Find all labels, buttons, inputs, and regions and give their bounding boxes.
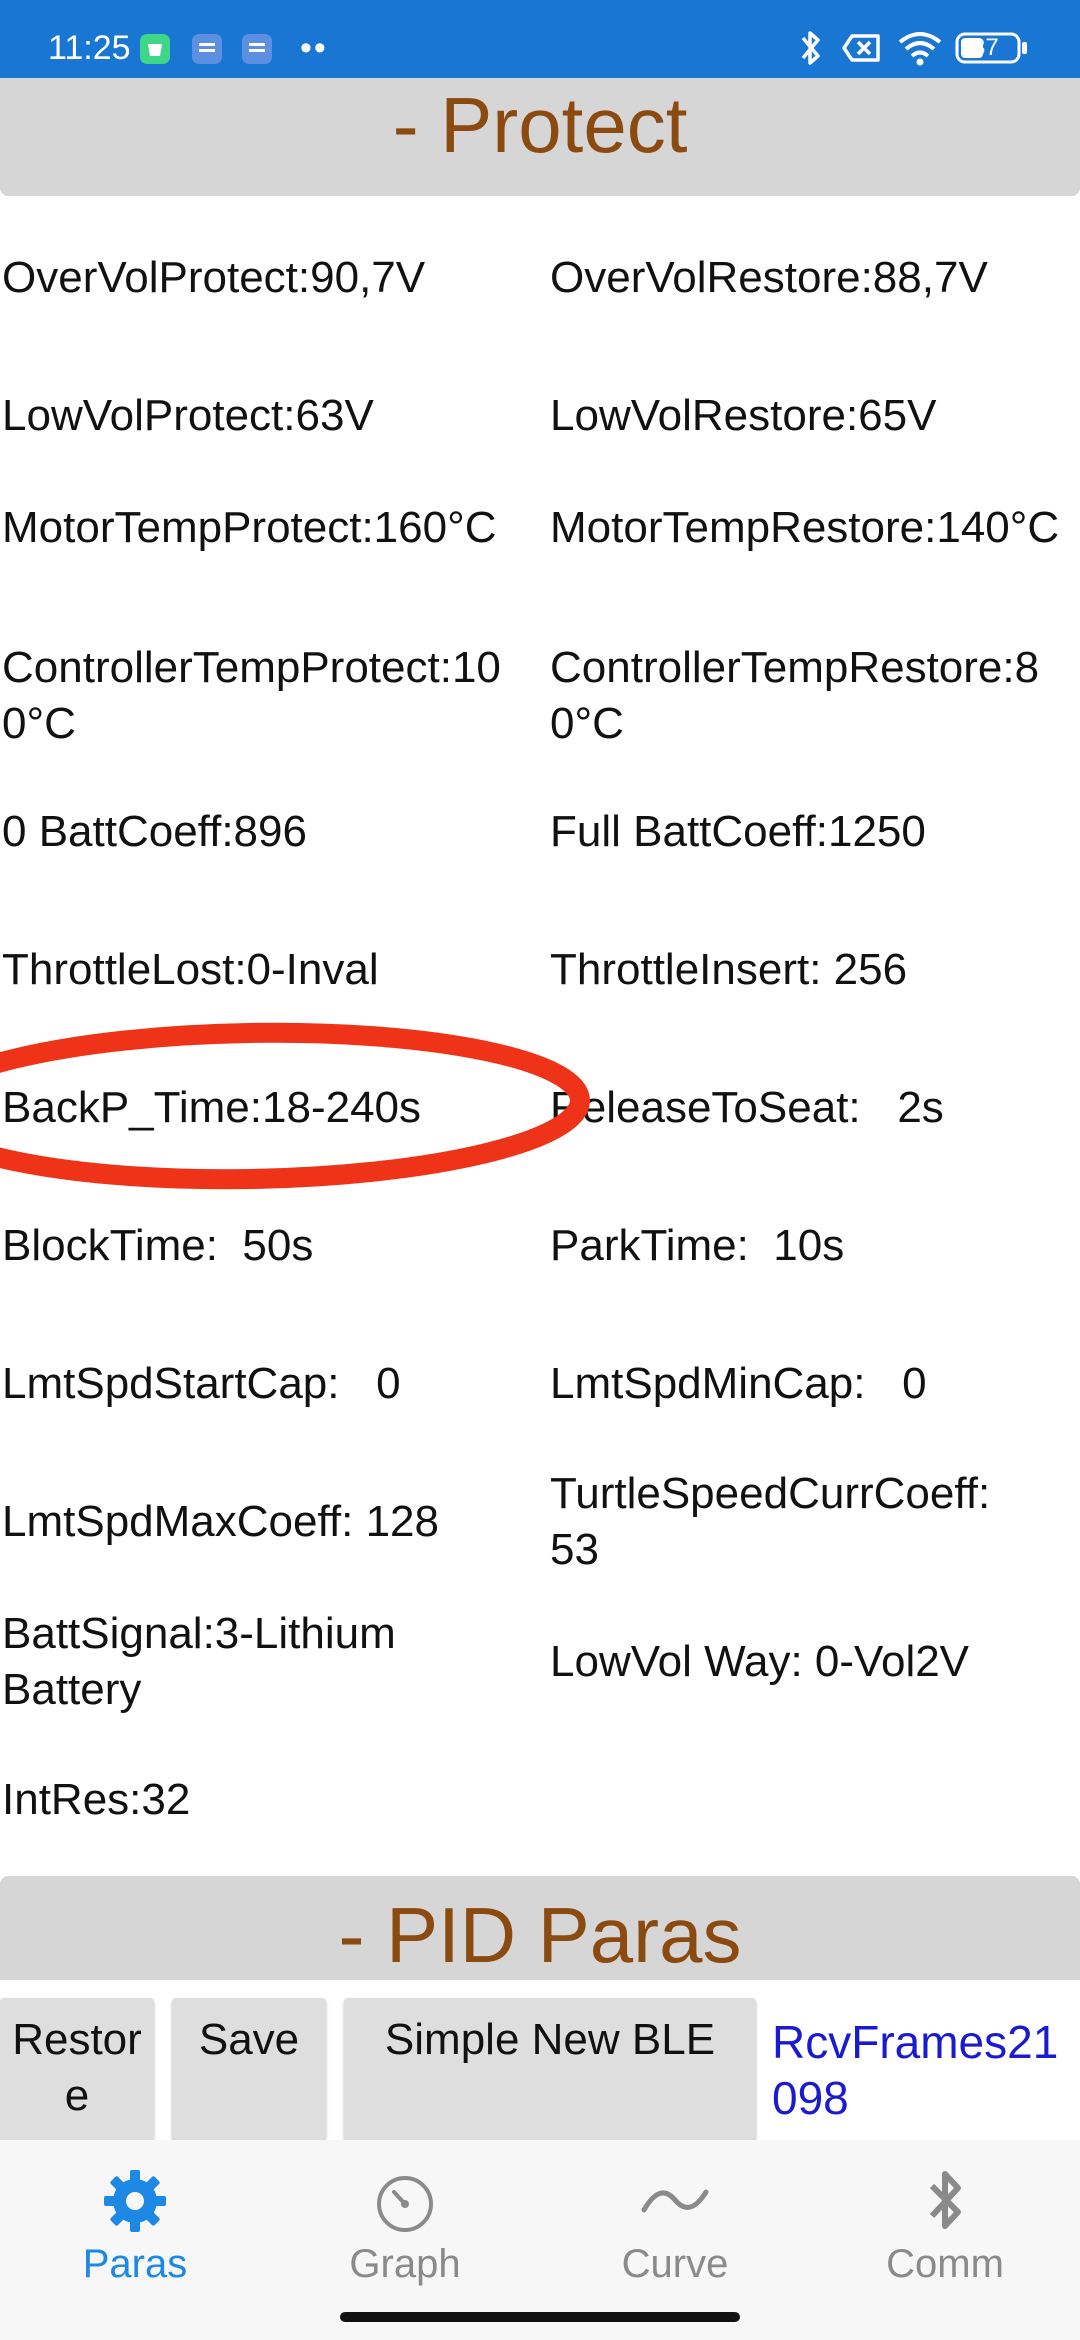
battery-icon: 37 bbox=[954, 28, 1030, 68]
status-time: 11:25 bbox=[48, 29, 131, 67]
sim-off-icon bbox=[840, 28, 884, 68]
protect-section-header[interactable]: - Protect bbox=[0, 78, 1080, 196]
param-low-vol-protect[interactable]: LowVolProtect:63V bbox=[2, 388, 527, 444]
wifi-icon bbox=[896, 28, 944, 68]
bluetooth-icon bbox=[796, 28, 826, 68]
home-indicator bbox=[340, 2312, 740, 2322]
param-lmt-spd-start-cap[interactable]: LmtSpdStartCap: 0 bbox=[2, 1356, 527, 1412]
nav-curve[interactable]: Curve bbox=[540, 2162, 810, 2292]
nav-graph[interactable]: Graph bbox=[270, 2162, 540, 2292]
param-over-vol-protect[interactable]: OverVolProtect:90,7V bbox=[2, 250, 527, 306]
status-bar: 11:25 •• 37 bbox=[0, 0, 1080, 78]
param-park-time[interactable]: ParkTime: 10s bbox=[550, 1218, 1080, 1274]
param-lmt-spd-min-cap[interactable]: LmtSpdMinCap: 0 bbox=[550, 1356, 1080, 1412]
message-icon bbox=[192, 34, 222, 64]
bluetooth-icon bbox=[910, 2166, 980, 2236]
restore-button[interactable]: Restore bbox=[0, 1998, 154, 2140]
param-controller-temp-protect[interactable]: ControllerTempProtect:100°C bbox=[2, 640, 527, 752]
simple-new-ble-button[interactable]: Simple New BLE bbox=[344, 1998, 756, 2140]
param-zero-batt-coeff[interactable]: 0 BattCoeff:896 bbox=[2, 804, 527, 860]
param-block-time[interactable]: BlockTime: 50s bbox=[2, 1218, 527, 1274]
param-int-res[interactable]: IntRes:32 bbox=[2, 1772, 527, 1828]
more-notifications-dots: •• bbox=[300, 29, 328, 67]
param-throttle-insert[interactable]: ThrottleInsert: 256 bbox=[550, 942, 1080, 998]
nav-paras[interactable]: Paras bbox=[0, 2162, 270, 2292]
param-lmt-spd-max-coeff[interactable]: LmtSpdMaxCoeff: 128 bbox=[2, 1494, 527, 1550]
nav-paras-label: Paras bbox=[82, 2242, 188, 2286]
nav-comm-label: Comm bbox=[886, 2242, 1004, 2286]
protect-section-title: - Protect bbox=[392, 81, 688, 169]
param-controller-temp-restore[interactable]: ControllerTempRestore:80°C bbox=[550, 640, 1080, 752]
rcv-frames-counter: RcvFrames21098 bbox=[772, 2016, 1059, 2124]
nav-comm[interactable]: Comm bbox=[810, 2162, 1080, 2292]
param-full-batt-coeff[interactable]: Full BattCoeff:1250 bbox=[550, 804, 1080, 860]
curve-icon bbox=[640, 2166, 710, 2236]
param-low-vol-restore[interactable]: LowVolRestore:65V bbox=[550, 388, 1080, 444]
app-notification-icon bbox=[140, 34, 170, 64]
param-turtle-speed-curr-coeff[interactable]: TurtleSpeedCurrCoeff: 53 bbox=[550, 1466, 1050, 1578]
bottom-nav: Paras Graph Curve Comm bbox=[0, 2140, 1080, 2340]
param-throttle-lost[interactable]: ThrottleLost:0-Inval bbox=[2, 942, 527, 998]
param-batt-signal[interactable]: BattSignal:3-Lithium Battery bbox=[2, 1606, 527, 1718]
battery-level: 37 bbox=[972, 34, 999, 61]
param-back-p-time[interactable]: BackP_Time:18-240s bbox=[2, 1080, 527, 1136]
save-button[interactable]: Save bbox=[172, 1998, 326, 2140]
param-over-vol-restore[interactable]: OverVolRestore:88,7V bbox=[550, 250, 1080, 306]
pid-section-title: - PID Paras bbox=[338, 1891, 742, 1979]
action-row: Restore Save Simple New BLE RcvFrames210… bbox=[0, 1980, 1080, 2140]
gauge-icon bbox=[370, 2166, 440, 2236]
pid-section-header[interactable]: - PID Paras bbox=[0, 1876, 1080, 1980]
gear-icon bbox=[100, 2166, 170, 2236]
param-motor-temp-restore[interactable]: MotorTempRestore:140°C bbox=[550, 500, 1080, 556]
nav-graph-label: Graph bbox=[349, 2242, 461, 2286]
nav-curve-label: Curve bbox=[621, 2242, 729, 2286]
param-low-vol-way[interactable]: LowVol Way: 0-Vol2V bbox=[550, 1634, 1080, 1690]
param-motor-temp-protect[interactable]: MotorTempProtect:160°C bbox=[2, 500, 527, 556]
message-icon bbox=[242, 34, 272, 64]
param-release-to-seat[interactable]: ReleaseToSeat: 2s bbox=[550, 1080, 1080, 1136]
